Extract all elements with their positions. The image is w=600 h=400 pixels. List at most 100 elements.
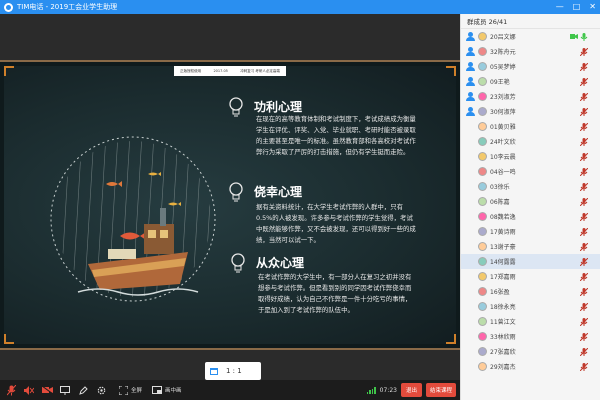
role-placeholder <box>466 167 475 176</box>
microphone-muted-icon[interactable] <box>580 168 588 176</box>
member-row[interactable]: 17黄诗雨 <box>461 224 600 239</box>
minimize-icon[interactable]: — <box>556 2 564 12</box>
microphone-muted-icon[interactable] <box>580 258 588 266</box>
microphone-muted-icon[interactable] <box>580 228 588 236</box>
member-row[interactable]: 03徐乐 <box>461 179 600 194</box>
microphone-muted-icon[interactable] <box>580 63 588 71</box>
end-class-button[interactable]: 结束课程 <box>425 383 456 397</box>
slide-header-item: 冲刺复习 考研人必定高端 <box>240 68 280 73</box>
microphone-muted-icon[interactable] <box>580 48 588 56</box>
microphone-muted-icon[interactable] <box>580 243 588 251</box>
microphone-muted-icon[interactable] <box>580 93 588 101</box>
teacher-role-icon <box>466 107 475 116</box>
role-placeholder <box>466 332 475 341</box>
member-row[interactable]: 11曾江文 <box>461 314 600 329</box>
member-name: 17郑嘉雨 <box>490 274 516 281</box>
microphone-muted-icon[interactable] <box>580 198 588 206</box>
camera-muted-icon[interactable] <box>40 383 54 397</box>
title-bar: TIM电话 - 2019工会业学生助理 — □ ✕ <box>0 0 600 14</box>
member-row[interactable]: 14何露露 <box>461 254 600 269</box>
role-placeholder <box>466 317 475 326</box>
slide-header-item: 2017.05 <box>213 69 228 73</box>
section-body: 据有关资料统计，在大学生考试作弊的人群中，只有0.5%的人被发现。许多参与考试作… <box>256 203 416 244</box>
member-row[interactable]: 24叶文欣 <box>461 134 600 149</box>
member-row[interactable]: 27张嘉欣 <box>461 344 600 359</box>
microphone-muted-icon[interactable] <box>580 123 588 131</box>
member-row[interactable]: 04谷一鸣 <box>461 164 600 179</box>
member-name: 17黄诗雨 <box>490 229 516 236</box>
microphone-muted-icon[interactable] <box>580 213 588 221</box>
avatar <box>478 107 487 116</box>
avatar <box>478 272 487 281</box>
pen-icon[interactable] <box>76 383 90 397</box>
member-row[interactable]: 30何淑萍 <box>461 104 600 119</box>
microphone-muted-icon[interactable] <box>580 108 588 116</box>
avatar <box>478 332 487 341</box>
member-row[interactable]: 29刘嘉杰 <box>461 359 600 374</box>
member-name: 11曾江文 <box>490 319 516 326</box>
microphone-muted-icon[interactable] <box>580 273 588 281</box>
teacher-role-icon <box>466 77 475 86</box>
member-row[interactable]: 01黄贝雅 <box>461 119 600 134</box>
member-row[interactable]: 33林欣雨 <box>461 329 600 344</box>
member-row[interactable]: 08魏若逸 <box>461 209 600 224</box>
member-panel: 群成员 26/41 20吕文娜 32陈舟元 05吴梦婷 09王艳 23刘淑芳 30何淑萍 0… <box>460 14 600 400</box>
microphone-muted-icon[interactable] <box>580 348 588 356</box>
microphone-icon[interactable] <box>580 33 588 41</box>
microphone-muted-icon[interactable] <box>580 363 588 371</box>
member-name: 30何淑萍 <box>490 109 516 116</box>
microphone-muted-icon[interactable] <box>4 383 18 397</box>
avatar <box>478 152 487 161</box>
member-name: 16张盈 <box>490 289 510 296</box>
microphone-muted-icon[interactable] <box>580 318 588 326</box>
fullscreen-icon[interactable] <box>116 383 130 397</box>
whiteboard-icon[interactable] <box>58 383 72 397</box>
toolbar-right: 07:23 退出 结束课程 <box>366 383 456 397</box>
member-name: 06陈嘉 <box>490 199 510 206</box>
speaker-muted-icon[interactable] <box>22 383 36 397</box>
member-row[interactable]: 16张盈 <box>461 284 600 299</box>
member-name: 27张嘉欣 <box>490 349 516 356</box>
avatar <box>478 122 487 131</box>
window-icon <box>210 367 218 375</box>
microphone-muted-icon[interactable] <box>580 333 588 341</box>
member-row[interactable]: 05吴梦婷 <box>461 59 600 74</box>
member-row[interactable]: 18徐永亮 <box>461 299 600 314</box>
role-placeholder <box>466 362 475 371</box>
screen-share-icon[interactable] <box>150 383 164 397</box>
member-row[interactable]: 09王艳 <box>461 74 600 89</box>
member-row[interactable]: 20吕文娜 <box>461 29 600 44</box>
section-body: 在考试作弊的大学生中，有一部分人在复习之初并没有想参与考试作弊。但是看到别的同学… <box>258 273 412 314</box>
microphone-muted-icon[interactable] <box>580 183 588 191</box>
signal-strength-icon <box>366 386 376 394</box>
tim-logo-icon <box>4 2 13 12</box>
role-placeholder <box>466 197 475 206</box>
fullscreen-label[interactable]: 全屏 <box>131 386 142 394</box>
microphone-muted-icon[interactable] <box>580 153 588 161</box>
microphone-muted-icon[interactable] <box>580 288 588 296</box>
member-name: 08魏若逸 <box>490 214 516 221</box>
member-row[interactable]: 17郑嘉雨 <box>461 269 600 284</box>
microphone-muted-icon[interactable] <box>580 303 588 311</box>
member-row[interactable]: 13谢子豪 <box>461 239 600 254</box>
camera-icon[interactable] <box>570 33 578 40</box>
microphone-muted-icon[interactable] <box>580 78 588 86</box>
member-row[interactable]: 23刘淑芳 <box>461 89 600 104</box>
maximize-icon[interactable]: □ <box>573 2 581 12</box>
slide-background: 正版授权使用 2017.05 冲刺复习 考研人必定高端 功利心理 在现在的高等教… <box>4 66 456 344</box>
close-icon[interactable]: ✕ <box>589 2 596 12</box>
aspect-ratio-button[interactable]: 1 : 1 <box>205 362 261 380</box>
member-row[interactable]: 32陈舟元 <box>461 44 600 59</box>
member-row[interactable]: 10李云晨 <box>461 149 600 164</box>
section-title: 从众心理 <box>256 256 305 270</box>
picture-in-picture-label[interactable]: 画中画 <box>165 386 182 394</box>
microphone-muted-icon[interactable] <box>580 138 588 146</box>
member-name: 13谢子豪 <box>490 244 516 251</box>
member-name: 10李云晨 <box>490 154 516 161</box>
member-row[interactable]: 06陈嘉 <box>461 194 600 209</box>
member-name: 20吕文娜 <box>490 34 516 41</box>
settings-icon[interactable] <box>94 383 108 397</box>
slide-corner-decoration <box>4 334 14 344</box>
lightbulb-icon <box>229 97 243 117</box>
exit-button[interactable]: 退出 <box>400 383 422 397</box>
